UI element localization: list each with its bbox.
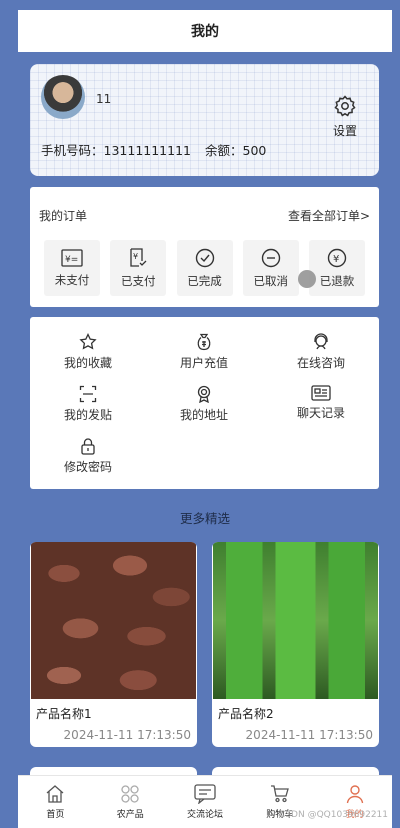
user-icon [346, 785, 363, 804]
phone-text: 手机号码：13111111111 [41, 143, 191, 158]
menu-item-consult[interactable]: 在线咨询 [263, 333, 379, 371]
orders-section: 我的订单 查看全部订单> ¥= 未支付 ¥ 已支付 已完成 已取消 ¥ 已退款 [30, 187, 379, 307]
orders-title: 我的订单 [39, 209, 88, 223]
chat-icon [194, 784, 216, 804]
menu-label: 我的地址 [179, 408, 228, 422]
phone-value: 13111111111 [103, 143, 191, 158]
lock-icon [81, 438, 95, 455]
menu-label: 聊天记录 [296, 406, 345, 420]
scan-icon [79, 385, 97, 403]
tab-label: 首页 [46, 810, 65, 820]
balance-text: 余额：500 [205, 143, 266, 158]
tab-label: 交流论坛 [186, 810, 223, 820]
order-label: 已退款 [319, 273, 355, 288]
menu-item-change-password[interactable]: 修改密码 [30, 437, 146, 475]
page-title: 我的 [191, 24, 219, 40]
refund-icon: ¥ [327, 248, 347, 267]
tab-cart[interactable]: 购物车 [242, 776, 317, 828]
app-frame: 我的 11 设置 手机号码：13111111111 余额：500 我的订单 查看… [18, 10, 392, 828]
menu-label: 我的发贴 [63, 408, 112, 422]
order-tile-unpaid[interactable]: ¥= 未支付 [44, 240, 100, 296]
tab-mine[interactable]: 我的 [317, 776, 392, 828]
check-circle-icon [195, 248, 214, 267]
watermark: CSDN @QQ1039692211 [279, 810, 388, 820]
tab-home[interactable]: 首页 [18, 776, 93, 828]
order-tile-cancelled[interactable]: 已取消 [242, 240, 299, 296]
settings-label: 设置 [332, 124, 357, 138]
view-all-orders-link[interactable]: 查看全部订单> [288, 207, 370, 224]
order-label: 已完成 [187, 273, 222, 288]
menu-label: 用户充值 [179, 356, 228, 370]
money-bag-icon [197, 333, 211, 351]
unpaid-icon: ¥= [61, 248, 83, 267]
menu-item-address[interactable]: 我的地址 [146, 385, 262, 423]
product-name: 产品名称1 [36, 707, 92, 721]
support-icon [314, 333, 328, 350]
order-tile-paid[interactable]: ¥ 已支付 [110, 240, 167, 296]
order-label: 已支付 [121, 273, 156, 288]
more-picks-title: 更多精选 [179, 511, 230, 526]
profile-card: 11 设置 手机号码：13111111111 余额：500 [30, 64, 379, 176]
svg-text:¥=: ¥= [65, 255, 78, 265]
order-tile-refunded[interactable]: ¥ 已退款 [309, 240, 365, 296]
product-date: 2024-11-11 17:13:50 [63, 728, 191, 742]
menu-section: 我的收藏 用户充值 在线咨询 我的发贴 我的地址 聊天记录 修改密码 [30, 317, 379, 489]
menu-label: 修改密码 [63, 460, 112, 474]
username: 11 [96, 92, 112, 106]
menu-label: 我的收藏 [63, 356, 112, 370]
bottom-tab-bar: 首页 农产品 交流论坛 购物车 我的 CSDN @QQ1039692211 [18, 775, 392, 828]
id-card-icon [311, 385, 331, 401]
order-label: 未支付 [54, 272, 90, 287]
paid-icon: ¥ [130, 247, 147, 267]
bitter-melon-image [213, 542, 378, 699]
menu-item-my-posts[interactable]: 我的发贴 [30, 385, 146, 423]
settings-button[interactable]: 设置 [328, 94, 362, 139]
balance-label: 余额： [204, 143, 243, 158]
order-label: 已取消 [253, 273, 289, 288]
touch-indicator [298, 270, 316, 288]
top-bar: 我的 [18, 10, 392, 52]
menu-label: 在线咨询 [296, 356, 345, 370]
phone-label: 手机号码： [41, 143, 104, 158]
home-icon [46, 785, 64, 803]
menu-item-favorites[interactable]: 我的收藏 [30, 333, 146, 371]
badge-icon [197, 385, 211, 403]
tab-forum[interactable]: 交流论坛 [168, 776, 243, 828]
menu-item-recharge[interactable]: 用户充值 [146, 333, 262, 371]
star-icon [79, 333, 97, 350]
tab-label: 农产品 [116, 810, 144, 820]
avatar[interactable] [41, 75, 85, 119]
sweet-potato-image [31, 542, 196, 699]
balance-value: 500 [242, 143, 267, 158]
account-info: 手机号码：13111111111 余额：500 [41, 140, 276, 159]
product-name: 产品名称2 [218, 707, 274, 721]
minus-circle-icon [261, 248, 280, 267]
menu-item-chat-history[interactable]: 聊天记录 [263, 385, 379, 421]
svg-text:¥: ¥ [333, 254, 339, 265]
svg-text:¥: ¥ [133, 252, 138, 261]
product-card[interactable]: 产品名称2 2024-11-11 17:13:50 [212, 542, 379, 747]
order-tile-completed[interactable]: 已完成 [176, 240, 233, 296]
tab-products[interactable]: 农产品 [93, 776, 168, 828]
gear-icon [334, 95, 356, 117]
cart-icon [270, 785, 289, 803]
product-card[interactable]: 产品名称1 2024-11-11 17:13:50 [30, 542, 197, 747]
product-date: 2024-11-11 17:13:50 [245, 728, 373, 742]
grid-icon [121, 785, 139, 803]
